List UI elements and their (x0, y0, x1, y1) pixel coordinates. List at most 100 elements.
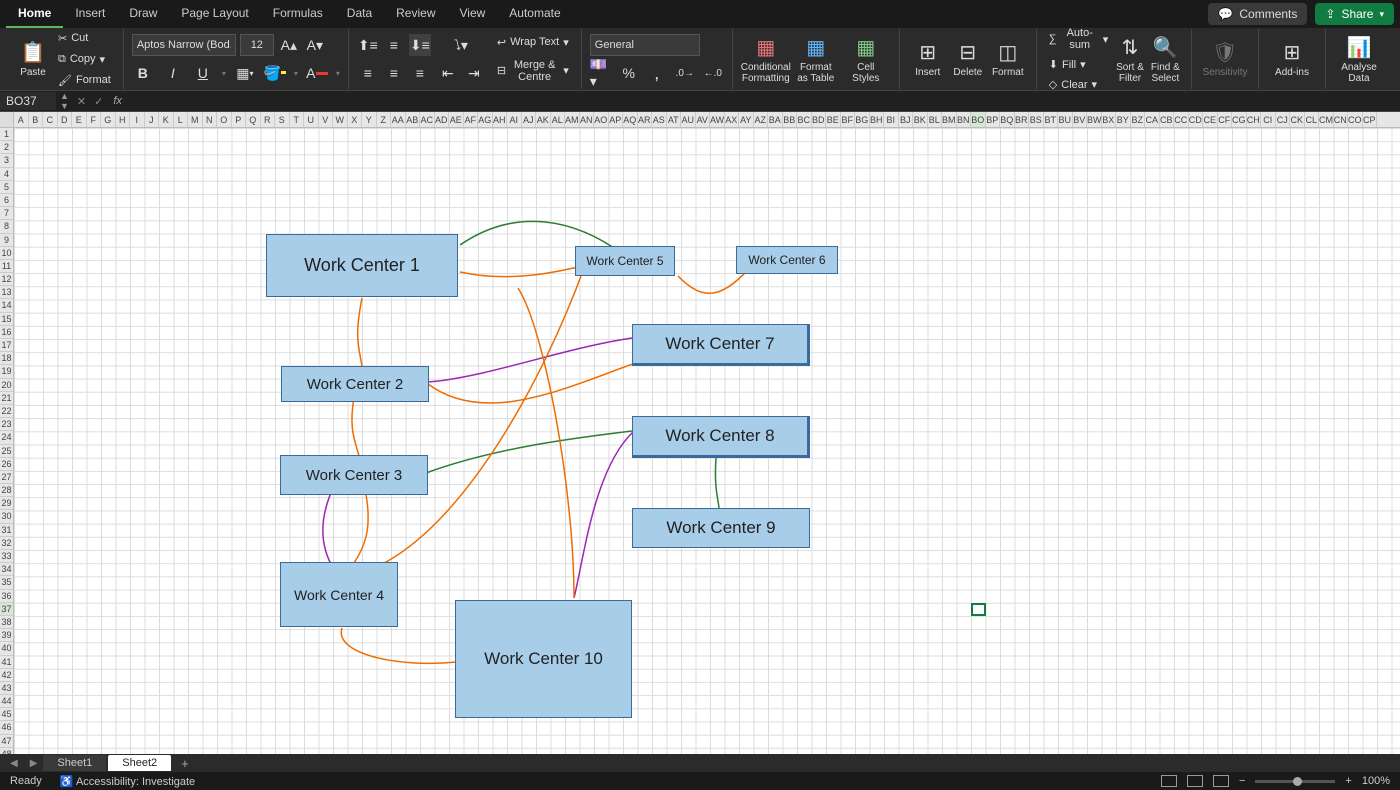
col-header-AX[interactable]: AX (725, 112, 740, 127)
row-header-12[interactable]: 12 (0, 273, 13, 286)
row-header-7[interactable]: 7 (0, 207, 13, 220)
col-header-CD[interactable]: CD (1189, 112, 1204, 127)
col-header-AR[interactable]: AR (638, 112, 653, 127)
sheet-tab-sheet1[interactable]: Sheet1 (43, 755, 106, 771)
active-cell[interactable] (971, 603, 986, 616)
indent-increase-button[interactable]: ⇥ (463, 62, 485, 84)
col-header-AY[interactable]: AY (739, 112, 754, 127)
col-header-CH[interactable]: CH (1247, 112, 1262, 127)
row-header-13[interactable]: 13 (0, 286, 13, 299)
orientation-button[interactable]: ⭝▾ (450, 34, 472, 56)
enter-icon[interactable]: ✓ (90, 95, 107, 108)
col-header-BR[interactable]: BR (1015, 112, 1030, 127)
font-name-select[interactable] (132, 34, 236, 56)
col-header-BW[interactable]: BW (1087, 112, 1102, 127)
font-color-button[interactable]: A (306, 62, 328, 84)
increase-decimal-button[interactable]: .0→ (674, 62, 696, 84)
col-header-I[interactable]: I (130, 112, 145, 127)
zoom-slider[interactable] (1255, 780, 1335, 783)
row-header-16[interactable]: 16 (0, 326, 13, 339)
tab-insert[interactable]: Insert (63, 0, 117, 28)
view-pagebreak-button[interactable] (1213, 775, 1229, 787)
col-header-BZ[interactable]: BZ (1131, 112, 1146, 127)
col-header-AT[interactable]: AT (667, 112, 682, 127)
tab-formulas[interactable]: Formulas (261, 0, 335, 28)
row-header-21[interactable]: 21 (0, 392, 13, 405)
col-header-AB[interactable]: AB (406, 112, 421, 127)
format-painter-button[interactable]: 🖌Format (54, 72, 115, 89)
col-header-AZ[interactable]: AZ (754, 112, 769, 127)
row-header-1[interactable]: 1 (0, 128, 13, 141)
wrap-text-button[interactable]: ↩Wrap Text ▾ (493, 34, 573, 51)
row-header-46[interactable]: 46 (0, 721, 13, 734)
fill-color-button[interactable]: 🪣 (264, 62, 286, 84)
col-header-N[interactable]: N (203, 112, 218, 127)
col-header-BN[interactable]: BN (957, 112, 972, 127)
col-header-AI[interactable]: AI (507, 112, 522, 127)
view-pagelayout-button[interactable] (1187, 775, 1203, 787)
shape-work-center-2[interactable]: Work Center 2 (281, 366, 429, 402)
row-header-26[interactable]: 26 (0, 458, 13, 471)
zoom-in-button[interactable]: + (1345, 775, 1351, 787)
col-header-BF[interactable]: BF (841, 112, 856, 127)
col-header-BE[interactable]: BE (826, 112, 841, 127)
col-header-AH[interactable]: AH (493, 112, 508, 127)
cancel-icon[interactable]: ✕ (73, 95, 90, 108)
col-header-M[interactable]: M (188, 112, 203, 127)
col-header-BS[interactable]: BS (1029, 112, 1044, 127)
col-header-BQ[interactable]: BQ (1000, 112, 1015, 127)
col-header-AJ[interactable]: AJ (522, 112, 537, 127)
row-header-27[interactable]: 27 (0, 471, 13, 484)
col-header-AE[interactable]: AE (449, 112, 464, 127)
row-header-30[interactable]: 30 (0, 510, 13, 523)
align-right-button[interactable]: ≡ (409, 62, 431, 84)
col-header-CL[interactable]: CL (1305, 112, 1320, 127)
shape-work-center-3[interactable]: Work Center 3 (280, 455, 428, 495)
col-header-BC[interactable]: BC (797, 112, 812, 127)
col-header-CA[interactable]: CA (1145, 112, 1160, 127)
row-header-29[interactable]: 29 (0, 497, 13, 510)
row-header-33[interactable]: 33 (0, 550, 13, 563)
col-header-L[interactable]: L (174, 112, 189, 127)
col-header-BO[interactable]: BO (971, 112, 986, 127)
col-header-T[interactable]: T (290, 112, 305, 127)
row-header-19[interactable]: 19 (0, 365, 13, 378)
shape-work-center-4[interactable]: Work Center 4 (280, 562, 398, 627)
row-header-11[interactable]: 11 (0, 260, 13, 273)
row-header-22[interactable]: 22 (0, 405, 13, 418)
clear-button[interactable]: ◇Clear ▾ (1045, 76, 1101, 93)
accessibility-status[interactable]: ♿ Accessibility: Investigate (60, 775, 195, 788)
sheet-nav-next[interactable]: ▶ (24, 758, 44, 769)
bold-button[interactable]: B (132, 62, 154, 84)
col-header-CB[interactable]: CB (1160, 112, 1175, 127)
currency-button[interactable]: 💷▾ (590, 62, 612, 84)
name-box[interactable] (0, 92, 56, 110)
col-header-AC[interactable]: AC (420, 112, 435, 127)
row-header-32[interactable]: 32 (0, 537, 13, 550)
col-header-AF[interactable]: AF (464, 112, 479, 127)
col-header-B[interactable]: B (29, 112, 44, 127)
sort-filter-button[interactable]: ⇅Sort & Filter (1112, 31, 1147, 87)
shape-work-center-7[interactable]: Work Center 7 (632, 324, 810, 366)
col-header-BV[interactable]: BV (1073, 112, 1088, 127)
col-header-BI[interactable]: BI (884, 112, 899, 127)
col-header-U[interactable]: U (304, 112, 319, 127)
col-header-BM[interactable]: BM (942, 112, 957, 127)
col-header-AN[interactable]: AN (580, 112, 595, 127)
col-header-Q[interactable]: Q (246, 112, 261, 127)
col-header-C[interactable]: C (43, 112, 58, 127)
col-header-CG[interactable]: CG (1232, 112, 1247, 127)
find-select-button[interactable]: 🔍Find & Select (1148, 31, 1183, 87)
row-header-28[interactable]: 28 (0, 484, 13, 497)
shape-work-center-1[interactable]: Work Center 1 (266, 234, 458, 297)
row-header-10[interactable]: 10 (0, 247, 13, 260)
row-header-18[interactable]: 18 (0, 352, 13, 365)
row-header-3[interactable]: 3 (0, 154, 13, 167)
col-header-S[interactable]: S (275, 112, 290, 127)
col-header-AK[interactable]: AK (536, 112, 551, 127)
column-headers[interactable]: ABCDEFGHIJKLMNOPQRSTUVWXYZAAABACADAEAFAG… (14, 112, 1400, 128)
row-header-34[interactable]: 34 (0, 563, 13, 576)
col-header-CI[interactable]: CI (1261, 112, 1276, 127)
merge-button[interactable]: ⊟Merge & Centre ▾ (493, 57, 573, 85)
col-header-BA[interactable]: BA (768, 112, 783, 127)
